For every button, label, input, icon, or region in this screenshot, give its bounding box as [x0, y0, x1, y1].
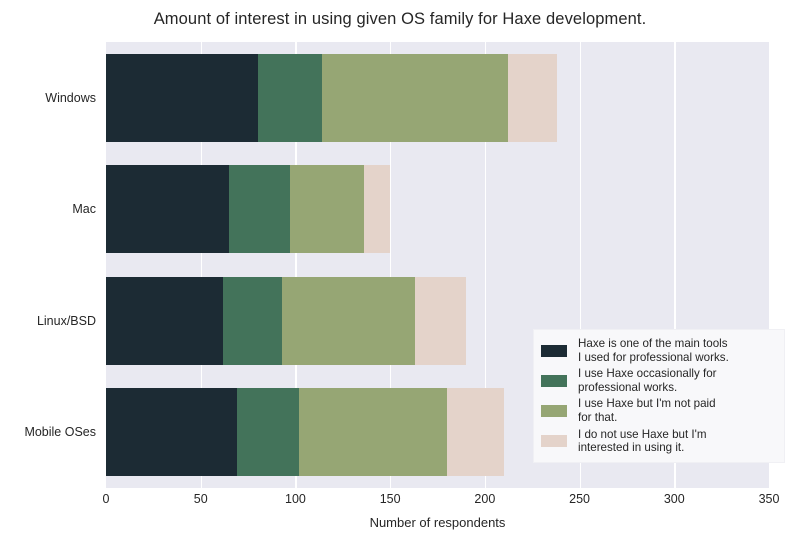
legend-label: Haxe is one of the main tools I used for… [578, 337, 729, 364]
x-axis-tick-label: 0 [102, 492, 110, 506]
y-axis-tick-label: Mac [72, 202, 96, 217]
legend-swatch [541, 435, 567, 448]
legend-swatch [541, 374, 567, 387]
x-axis-tick-label: 100 [284, 492, 306, 506]
y-axis-tick-label: Windows [45, 90, 96, 105]
bar-segment [507, 53, 557, 142]
x-axis-tick-labels: 0 50 100 150 200 250 300 350 [0, 492, 800, 512]
bar-segment [321, 53, 508, 142]
x-axis-tick-label: 50 [193, 492, 208, 506]
legend-label: I use Haxe occasionally for professional… [578, 367, 717, 394]
bar-segment [229, 165, 290, 254]
legend-item: Haxe is one of the main tools I used for… [541, 337, 776, 364]
bar-segment [106, 53, 258, 142]
chart-figure: Amount of interest in using given OS fam… [0, 0, 800, 550]
y-axis-tick-labels: Windows Mac Linux/BSD Mobile OSes [0, 42, 96, 488]
stacked-bar [106, 276, 466, 365]
bar-segment [106, 165, 230, 254]
bar-segment [282, 276, 415, 365]
legend-item: I use Haxe but I'm not paid for that. [541, 397, 776, 424]
legend-swatch [541, 404, 567, 417]
bar-segment [106, 276, 224, 365]
legend-label: I do not use Haxe but I'm interested in … [578, 427, 707, 455]
chart-title: Amount of interest in using given OS fam… [153, 10, 647, 28]
stacked-bar [106, 388, 504, 477]
bar-segment [414, 276, 466, 365]
y-axis-tick-label: Linux/BSD [36, 313, 96, 328]
bar-segment [106, 388, 237, 477]
legend-item: I use Haxe occasionally for professional… [541, 367, 776, 394]
legend-swatch [541, 344, 567, 357]
x-axis-tick-label: 350 [758, 492, 780, 506]
bar-segment [257, 53, 322, 142]
x-axis-tick-label: 250 [569, 492, 590, 506]
y-axis-tick-label: Mobile OSes [24, 425, 96, 440]
bar-segment [223, 276, 283, 365]
bar-segment [363, 165, 391, 254]
x-axis-tick-label: 150 [379, 492, 401, 506]
stacked-bar [106, 165, 391, 254]
x-axis-tick-label: 200 [474, 492, 496, 506]
bar-segment [446, 388, 504, 477]
bar-segment [289, 165, 364, 254]
bar-segment [236, 388, 300, 477]
chart-legend: Haxe is one of the main tools I used for… [533, 329, 785, 463]
stacked-bar [106, 53, 557, 142]
x-axis-tick-label: 300 [663, 492, 685, 506]
bar-segment [299, 388, 447, 477]
legend-label: I use Haxe but I'm not paid for that. [578, 397, 716, 424]
legend-item: I do not use Haxe but I'm interested in … [541, 428, 776, 455]
x-axis-label: Number of respondents [369, 515, 506, 530]
